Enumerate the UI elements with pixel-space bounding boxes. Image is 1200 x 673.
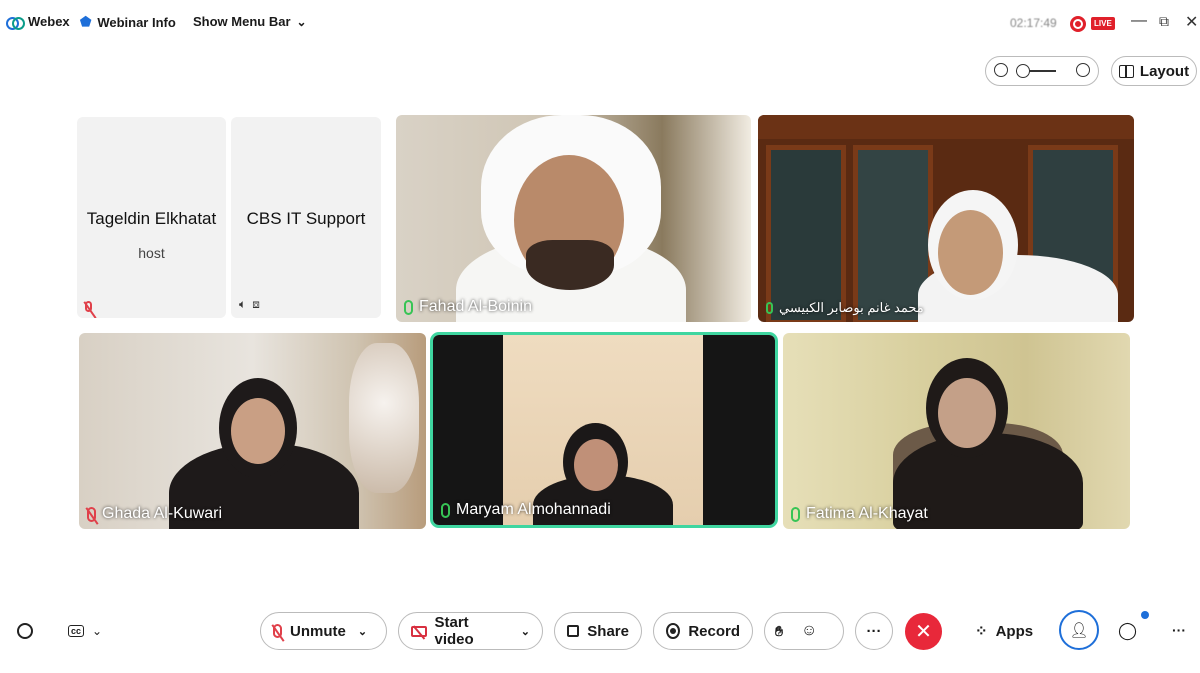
participant-tile-cbs-it[interactable]: CBS IT Support 🔈︎ ⧈ [231,117,381,318]
more-icon: ··· [866,622,882,640]
zoom-in-icon[interactable] [1076,63,1090,77]
chat-notification-dot [1141,611,1149,619]
screen-icon: ⧈ [252,297,260,311]
close-icon: ✕ [915,621,932,643]
video-feed [79,333,426,529]
chevron-down-icon[interactable]: ⌄ [358,625,367,638]
reactions-group[interactable]: ✋︎ ☺ [764,612,844,650]
app-name: Webex [28,14,70,29]
unmute-button[interactable]: Unmute ⌄ [260,612,387,650]
record-button[interactable]: Record [653,612,753,650]
mic-muted-icon [273,624,282,638]
chevron-down-icon[interactable]: ⌄ [521,625,530,638]
share-button[interactable]: Share [554,612,642,650]
video-feed [433,335,775,525]
video-feed [396,115,751,322]
participant-tile-fahad[interactable]: Fahad Al-Boinin [396,115,751,322]
show-menu-bar-label: Show Menu Bar [193,14,291,29]
meeting-controls-bar: cc ⌄ Unmute ⌄ Start video ⌄ Share Record… [0,600,1200,665]
participants-icon: 👤︎ [1069,622,1089,639]
participant-label: Maryam Almohannadi [441,501,611,519]
participant-name: Fatima Al-Khayat [806,505,928,522]
participant-tile-fatima[interactable]: Fatima Al-Khayat [783,333,1130,529]
participant-tile-mohammed[interactable]: محمد غانم بوصابر الكبيسي [758,115,1134,322]
title-bar: Webex ⬟ Webinar Info Show Menu Bar ⌄ 02:… [0,0,1200,50]
apps-button[interactable]: ⁘ Apps [975,622,1034,641]
participant-label: Ghada Al-Kuwari [87,505,222,523]
layout-label: Layout [1139,62,1190,80]
participant-tile-ghada[interactable]: Ghada Al-Kuwari [79,333,426,529]
more-options-button[interactable]: ··· [855,612,893,650]
leave-meeting-button[interactable]: ✕ [905,613,942,650]
minimize-window-button[interactable]: — [1131,12,1147,30]
captions-icon: cc [68,625,85,637]
participant-name: Maryam Almohannadi [456,501,611,518]
live-badge: LIVE [1091,17,1115,30]
mic-on-icon [791,506,800,522]
share-label: Share [587,622,629,640]
participant-name: CBS IT Support [246,209,366,228]
video-off-icon [411,625,427,637]
mic-on-icon [766,302,773,314]
unmute-label: Unmute [290,622,346,640]
webinar-info-button[interactable]: ⬟ Webinar Info [80,14,176,30]
participant-tile-tageldin[interactable]: Tageldin Elkhatat host [77,117,226,318]
apps-label: Apps [995,622,1034,640]
close-window-button[interactable]: ✕ [1185,12,1198,32]
mic-on-icon [404,299,413,315]
participant-label: محمد غانم بوصابر الكبيسي [766,300,924,316]
chevron-down-icon: ⌄ [296,14,307,29]
participant-tile-maryam[interactable]: Maryam Almohannadi [430,332,778,528]
chevron-down-icon: ⌄ [92,624,103,638]
webinar-info-label: Webinar Info [97,14,176,30]
start-video-button[interactable]: Start video ⌄ [398,612,543,650]
raise-hand-icon[interactable]: ✋︎ [775,623,783,640]
webex-logo-icon [6,16,25,30]
participant-name: Fahad Al-Boinin [419,298,532,315]
chat-icon: ◯ [1118,621,1138,640]
record-icon [666,623,681,639]
participant-role: host [138,245,165,261]
participants-button[interactable]: 👤︎ [1059,610,1099,650]
participant-name: Tageldin Elkhatat [86,209,217,228]
show-menu-bar-button[interactable]: Show Menu Bar ⌄ [193,14,307,29]
start-video-label: Start video [434,614,474,648]
participant-label: Fahad Al-Boinin [404,298,532,316]
recording-indicator-icon [1070,16,1086,32]
zoom-out-icon[interactable] [994,63,1008,77]
speaker-icon: 🔈︎ [239,297,247,311]
webex-app-menu[interactable]: Webex [6,14,70,30]
mic-muted-icon [85,301,92,312]
zoom-slider[interactable] [985,56,1099,86]
layout-grid-icon [1118,64,1134,78]
record-label: Record [688,622,740,640]
participant-name: محمد غانم بوصابر الكبيسي [779,300,924,315]
status-ring-icon[interactable] [17,623,33,639]
participant-name: Ghada Al-Kuwari [102,505,223,522]
video-feed [783,333,1130,529]
restore-window-button[interactable]: ⧉ [1159,13,1169,30]
participant-label: Fatima Al-Khayat [791,505,928,523]
mic-on-icon [441,502,450,518]
meeting-timer: 02:17:49 [1010,16,1057,30]
shield-icon: ⬟ [80,14,92,29]
zoom-knob[interactable] [1016,64,1030,78]
more-icon: ··· [1172,622,1186,638]
captions-button[interactable]: cc ⌄ [68,624,102,638]
apps-icon: ⁘ [975,623,988,640]
chat-button[interactable]: ◯ [1118,621,1137,641]
overflow-menu-button[interactable]: ··· [1172,622,1186,638]
mic-muted-icon [87,506,96,522]
audio-indicators: 🔈︎ ⧈ [239,297,260,312]
layout-button[interactable]: Layout [1111,56,1197,86]
share-screen-icon [567,625,580,637]
video-feed [758,115,1134,322]
emoji-reaction-icon[interactable]: ☺ [801,622,817,640]
